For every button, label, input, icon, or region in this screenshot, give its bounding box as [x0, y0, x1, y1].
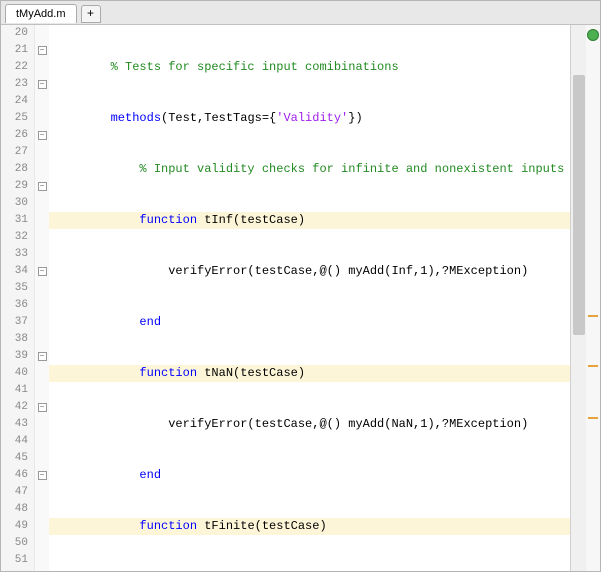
fold-cell: [35, 518, 49, 535]
file-tab[interactable]: tMyAdd.m: [5, 4, 77, 23]
fold-cell: [35, 501, 49, 518]
fold-cell[interactable]: −: [35, 467, 49, 484]
fold-cell: [35, 297, 49, 314]
line-number: 39: [1, 348, 28, 365]
fold-cell[interactable]: −: [35, 127, 49, 144]
line-number: 35: [1, 280, 28, 297]
code-line: end: [49, 467, 570, 484]
fold-cell: [35, 365, 49, 382]
line-number: 24: [1, 93, 28, 110]
fold-cell: [35, 484, 49, 501]
line-number: 32: [1, 229, 28, 246]
fold-toggle-icon[interactable]: −: [38, 403, 47, 412]
code-marker[interactable]: [588, 417, 598, 419]
line-number: 21: [1, 42, 28, 59]
fold-toggle-icon[interactable]: −: [38, 46, 47, 55]
vertical-scrollbar[interactable]: [570, 25, 586, 571]
fold-cell: [35, 450, 49, 467]
fold-cell[interactable]: −: [35, 42, 49, 59]
tab-bar: tMyAdd.m +: [1, 1, 600, 25]
line-number: 34: [1, 263, 28, 280]
line-number: 45: [1, 450, 28, 467]
line-number: 42: [1, 399, 28, 416]
fold-cell: [35, 161, 49, 178]
code-area[interactable]: % Tests for specific input comibinations…: [49, 25, 570, 571]
fold-cell: [35, 535, 49, 552]
fold-cell[interactable]: −: [35, 263, 49, 280]
fold-toggle-icon[interactable]: −: [38, 471, 47, 480]
scrollbar-thumb[interactable]: [573, 75, 585, 335]
code-line: function tNaN(testCase): [49, 365, 570, 382]
fold-column: − − − − − − − −: [35, 25, 49, 571]
fold-cell: [35, 195, 49, 212]
line-number: 46: [1, 467, 28, 484]
line-number: 36: [1, 297, 28, 314]
line-number: 29: [1, 178, 28, 195]
line-number: 33: [1, 246, 28, 263]
status-ok-icon: [587, 29, 599, 41]
fold-cell: [35, 382, 49, 399]
fold-toggle-icon[interactable]: −: [38, 80, 47, 89]
fold-cell[interactable]: −: [35, 399, 49, 416]
line-number: 22: [1, 59, 28, 76]
line-number: 28: [1, 161, 28, 178]
fold-cell: [35, 110, 49, 127]
fold-cell: [35, 552, 49, 569]
line-number: 51: [1, 552, 28, 569]
fold-cell: [35, 229, 49, 246]
code-line: verifyError(testCase,@() myAdd(NaN,Inf),…: [49, 569, 570, 571]
fold-toggle-icon[interactable]: −: [38, 352, 47, 361]
line-number: 27: [1, 144, 28, 161]
line-number: 44: [1, 433, 28, 450]
fold-cell: [35, 331, 49, 348]
line-number: 38: [1, 331, 28, 348]
line-number: 31: [1, 212, 28, 229]
editor-window: tMyAdd.m + 20212223242526272829303132333…: [0, 0, 601, 572]
fold-toggle-icon[interactable]: −: [38, 131, 47, 140]
code-line: % Input validity checks for infinite and…: [49, 161, 570, 178]
line-number: 50: [1, 535, 28, 552]
line-number: 26: [1, 127, 28, 144]
fold-cell[interactable]: −: [35, 178, 49, 195]
fold-cell: [35, 59, 49, 76]
fold-cell: [35, 93, 49, 110]
line-number: 43: [1, 416, 28, 433]
add-tab-button[interactable]: +: [81, 5, 101, 23]
code-line: end: [49, 314, 570, 331]
line-number: 49: [1, 518, 28, 535]
fold-cell: [35, 314, 49, 331]
code-marker[interactable]: [588, 315, 598, 317]
code-line: function tInf(testCase): [49, 212, 570, 229]
fold-toggle-icon[interactable]: −: [38, 182, 47, 191]
line-number: 37: [1, 314, 28, 331]
line-number: 23: [1, 76, 28, 93]
fold-cell: [35, 144, 49, 161]
fold-cell: [35, 246, 49, 263]
code-line: verifyError(testCase,@() myAdd(Inf,1),?M…: [49, 263, 570, 280]
fold-cell: [35, 280, 49, 297]
line-number: 25: [1, 110, 28, 127]
marker-strip: [586, 25, 600, 571]
fold-cell: [35, 433, 49, 450]
fold-toggle-icon[interactable]: −: [38, 267, 47, 276]
code-line: % Tests for specific input comibinations: [49, 59, 570, 76]
code-line: methods(Test,TestTags={'Validity'}): [49, 110, 570, 127]
fold-cell[interactable]: −: [35, 76, 49, 93]
fold-cell: [35, 416, 49, 433]
fold-cell: [35, 212, 49, 229]
code-marker[interactable]: [588, 365, 598, 367]
line-number-gutter: 2021222324252627282930313233343536373839…: [1, 25, 35, 571]
line-number: 20: [1, 25, 28, 42]
fold-cell: [35, 25, 49, 42]
code-line: function tFinite(testCase): [49, 518, 570, 535]
line-number: 41: [1, 382, 28, 399]
fold-cell[interactable]: −: [35, 348, 49, 365]
editor-body: 2021222324252627282930313233343536373839…: [1, 25, 600, 571]
line-number: 30: [1, 195, 28, 212]
code-line: verifyError(testCase,@() myAdd(NaN,1),?M…: [49, 416, 570, 433]
line-number: 40: [1, 365, 28, 382]
line-number: 48: [1, 501, 28, 518]
line-number: 47: [1, 484, 28, 501]
